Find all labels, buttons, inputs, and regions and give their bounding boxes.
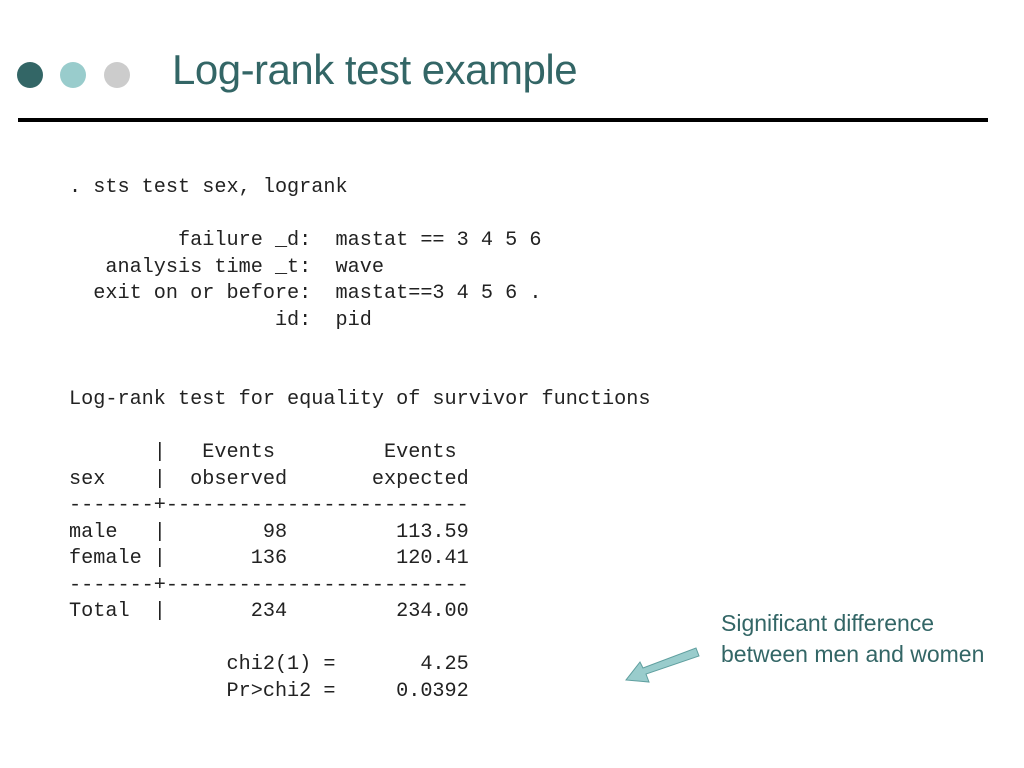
annotation-text: Significant difference between men and w…	[721, 608, 984, 670]
dark-teal-dot-icon	[17, 62, 43, 88]
command-line: . sts test sex, logrank	[69, 176, 348, 199]
light-teal-dot-icon	[60, 62, 86, 88]
slide-title: Log-rank test example	[172, 46, 578, 93]
annotation-line-2: between men and women	[721, 641, 985, 667]
table-separator: -------+-------------------------	[69, 573, 469, 597]
p-value-line: Pr>chi2 = 0.0392	[69, 679, 469, 703]
stata-output: . sts test sex, logrank failure _d: mast…	[69, 175, 651, 705]
chi2-line: chi2(1) = 4.25	[69, 653, 469, 676]
setting-exit: exit on or before: mastat==3 4 5 6 .	[69, 282, 542, 305]
setting-id: id: pid	[69, 308, 372, 332]
table-row-total: Total | 234 234.00	[69, 600, 469, 623]
table-header-row-1: | Events Events	[69, 441, 457, 464]
title-divider	[18, 118, 988, 122]
gray-dot-icon	[104, 62, 130, 88]
annotation-line-1: Significant difference	[721, 610, 935, 636]
table-heading: Log-rank test for equality of survivor f…	[69, 388, 651, 411]
table-row-female: female | 136 120.41	[69, 547, 469, 570]
table-separator: -------+-------------------------	[69, 494, 469, 517]
setting-analysis-time: analysis time _t: wave	[69, 255, 384, 279]
table-row-male: male | 98 113.59	[69, 520, 469, 544]
table-header-row-2: sex | observed expected	[69, 467, 469, 491]
setting-failure: failure _d: mastat == 3 4 5 6	[69, 229, 542, 252]
arrow-down-left-icon	[625, 647, 700, 683]
